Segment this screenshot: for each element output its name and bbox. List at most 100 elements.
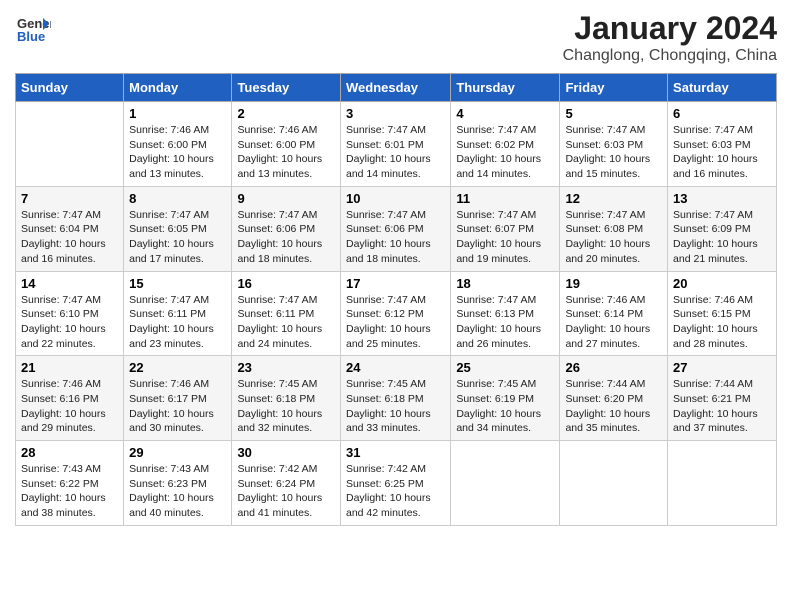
day-number: 19 <box>565 276 662 291</box>
logo: General Blue <box>15 10 51 46</box>
day-number: 4 <box>456 106 554 121</box>
day-header-wednesday: Wednesday <box>340 74 450 102</box>
day-info: Sunrise: 7:44 AMSunset: 6:21 PMDaylight:… <box>673 377 771 436</box>
calendar-cell: 11 Sunrise: 7:47 AMSunset: 6:07 PMDayligh… <box>451 186 560 271</box>
day-number: 28 <box>21 445 118 460</box>
day-number: 12 <box>565 191 662 206</box>
calendar-cell: 12 Sunrise: 7:47 AMSunset: 6:08 PMDayligh… <box>560 186 668 271</box>
day-number: 18 <box>456 276 554 291</box>
day-info: Sunrise: 7:46 AMSunset: 6:00 PMDaylight:… <box>237 123 335 182</box>
calendar-cell: 23 Sunrise: 7:45 AMSunset: 6:18 PMDayligh… <box>232 356 341 441</box>
day-header-sunday: Sunday <box>16 74 124 102</box>
calendar-cell: 17 Sunrise: 7:47 AMSunset: 6:12 PMDayligh… <box>340 271 450 356</box>
day-number: 24 <box>346 360 445 375</box>
day-info: Sunrise: 7:47 AMSunset: 6:01 PMDaylight:… <box>346 123 445 182</box>
day-number: 22 <box>129 360 226 375</box>
calendar-cell: 24 Sunrise: 7:45 AMSunset: 6:18 PMDayligh… <box>340 356 450 441</box>
calendar-cell <box>560 441 668 526</box>
calendar-body: 1Sunrise: 7:46 AMSunset: 6:00 PMDaylight… <box>16 102 777 526</box>
day-number: 27 <box>673 360 771 375</box>
day-info: Sunrise: 7:46 AMSunset: 6:15 PMDaylight:… <box>673 293 771 352</box>
calendar-cell: 14Sunrise: 7:47 AMSunset: 6:10 PMDayligh… <box>16 271 124 356</box>
logo-icon: General Blue <box>15 10 51 46</box>
calendar-cell: 27 Sunrise: 7:44 AMSunset: 6:21 PMDayligh… <box>668 356 777 441</box>
calendar-cell: 20 Sunrise: 7:46 AMSunset: 6:15 PMDayligh… <box>668 271 777 356</box>
calendar-cell: 19 Sunrise: 7:46 AMSunset: 6:14 PMDayligh… <box>560 271 668 356</box>
calendar-cell <box>668 441 777 526</box>
day-info: Sunrise: 7:47 AMSunset: 6:06 PMDaylight:… <box>237 208 335 267</box>
calendar-cell: 22 Sunrise: 7:46 AMSunset: 6:17 PMDayligh… <box>124 356 232 441</box>
calendar-cell: 16Sunrise: 7:47 AMSunset: 6:11 PMDayligh… <box>232 271 341 356</box>
day-info: Sunrise: 7:44 AMSunset: 6:20 PMDaylight:… <box>565 377 662 436</box>
day-info: Sunrise: 7:47 AMSunset: 6:07 PMDaylight:… <box>456 208 554 267</box>
calendar-cell: 6Sunrise: 7:47 AMSunset: 6:03 PMDaylight… <box>668 102 777 187</box>
day-info: Sunrise: 7:47 AMSunset: 6:06 PMDaylight:… <box>346 208 445 267</box>
calendar-cell: 25 Sunrise: 7:45 AMSunset: 6:19 PMDayligh… <box>451 356 560 441</box>
day-number: 9 <box>237 191 335 206</box>
day-info: Sunrise: 7:46 AMSunset: 6:14 PMDaylight:… <box>565 293 662 352</box>
day-number: 23 <box>237 360 335 375</box>
day-info: Sunrise: 7:43 AMSunset: 6:22 PMDaylight:… <box>21 462 118 521</box>
calendar-table: SundayMondayTuesdayWednesdayThursdayFrid… <box>15 73 777 526</box>
day-info: Sunrise: 7:47 AMSunset: 6:11 PMDaylight:… <box>129 293 226 352</box>
title-block: January 2024 Changlong, Chongqing, China <box>563 10 777 65</box>
day-info: Sunrise: 7:43 AMSunset: 6:23 PMDaylight:… <box>129 462 226 521</box>
day-info: Sunrise: 7:46 AMSunset: 6:00 PMDaylight:… <box>129 123 226 182</box>
day-number: 10 <box>346 191 445 206</box>
day-info: Sunrise: 7:42 AMSunset: 6:25 PMDaylight:… <box>346 462 445 521</box>
day-info: Sunrise: 7:42 AMSunset: 6:24 PMDaylight:… <box>237 462 335 521</box>
calendar-cell: 5 Sunrise: 7:47 AMSunset: 6:03 PMDaylight… <box>560 102 668 187</box>
day-number: 11 <box>456 191 554 206</box>
day-header-tuesday: Tuesday <box>232 74 341 102</box>
day-info: Sunrise: 7:45 AMSunset: 6:18 PMDaylight:… <box>346 377 445 436</box>
day-info: Sunrise: 7:47 AMSunset: 6:08 PMDaylight:… <box>565 208 662 267</box>
day-number: 25 <box>456 360 554 375</box>
month-title: January 2024 <box>563 10 777 47</box>
calendar-cell: 1Sunrise: 7:46 AMSunset: 6:00 PMDaylight… <box>124 102 232 187</box>
day-number: 20 <box>673 276 771 291</box>
calendar-cell <box>451 441 560 526</box>
week-row-1: 1Sunrise: 7:46 AMSunset: 6:00 PMDaylight… <box>16 102 777 187</box>
calendar-cell: 30 Sunrise: 7:42 AMSunset: 6:24 PMDayligh… <box>232 441 341 526</box>
calendar-cell: 31Sunrise: 7:42 AMSunset: 6:25 PMDayligh… <box>340 441 450 526</box>
day-number: 5 <box>565 106 662 121</box>
day-info: Sunrise: 7:47 AMSunset: 6:09 PMDaylight:… <box>673 208 771 267</box>
week-row-3: 14Sunrise: 7:47 AMSunset: 6:10 PMDayligh… <box>16 271 777 356</box>
day-number: 7 <box>21 191 118 206</box>
calendar-cell: 8 Sunrise: 7:47 AMSunset: 6:05 PMDaylight… <box>124 186 232 271</box>
calendar-header-row: SundayMondayTuesdayWednesdayThursdayFrid… <box>16 74 777 102</box>
location-title: Changlong, Chongqing, China <box>563 47 777 65</box>
day-info: Sunrise: 7:47 AMSunset: 6:03 PMDaylight:… <box>565 123 662 182</box>
day-number: 3 <box>346 106 445 121</box>
calendar-cell: 4Sunrise: 7:47 AMSunset: 6:02 PMDaylight… <box>451 102 560 187</box>
day-info: Sunrise: 7:47 AMSunset: 6:05 PMDaylight:… <box>129 208 226 267</box>
day-number: 2 <box>237 106 335 121</box>
page-header: General Blue January 2024 Changlong, Cho… <box>15 10 777 65</box>
day-number: 21 <box>21 360 118 375</box>
calendar-cell: 9 Sunrise: 7:47 AMSunset: 6:06 PMDaylight… <box>232 186 341 271</box>
day-header-saturday: Saturday <box>668 74 777 102</box>
day-number: 8 <box>129 191 226 206</box>
day-info: Sunrise: 7:47 AMSunset: 6:03 PMDaylight:… <box>673 123 771 182</box>
calendar-cell: 7 Sunrise: 7:47 AMSunset: 6:04 PMDaylight… <box>16 186 124 271</box>
day-number: 30 <box>237 445 335 460</box>
day-number: 15 <box>129 276 226 291</box>
day-number: 29 <box>129 445 226 460</box>
calendar-cell <box>16 102 124 187</box>
day-number: 26 <box>565 360 662 375</box>
day-info: Sunrise: 7:47 AMSunset: 6:12 PMDaylight:… <box>346 293 445 352</box>
day-info: Sunrise: 7:46 AMSunset: 6:16 PMDaylight:… <box>21 377 118 436</box>
calendar-cell: 3 Sunrise: 7:47 AMSunset: 6:01 PMDaylight… <box>340 102 450 187</box>
day-info: Sunrise: 7:46 AMSunset: 6:17 PMDaylight:… <box>129 377 226 436</box>
calendar-cell: 15 Sunrise: 7:47 AMSunset: 6:11 PMDayligh… <box>124 271 232 356</box>
day-info: Sunrise: 7:47 AMSunset: 6:04 PMDaylight:… <box>21 208 118 267</box>
day-info: Sunrise: 7:45 AMSunset: 6:19 PMDaylight:… <box>456 377 554 436</box>
day-number: 14 <box>21 276 118 291</box>
calendar-cell: 2 Sunrise: 7:46 AMSunset: 6:00 PMDaylight… <box>232 102 341 187</box>
week-row-4: 21 Sunrise: 7:46 AMSunset: 6:16 PMDayligh… <box>16 356 777 441</box>
day-number: 17 <box>346 276 445 291</box>
day-info: Sunrise: 7:45 AMSunset: 6:18 PMDaylight:… <box>237 377 335 436</box>
day-number: 13 <box>673 191 771 206</box>
calendar-cell: 10 Sunrise: 7:47 AMSunset: 6:06 PMDayligh… <box>340 186 450 271</box>
day-info: Sunrise: 7:47 AMSunset: 6:13 PMDaylight:… <box>456 293 554 352</box>
